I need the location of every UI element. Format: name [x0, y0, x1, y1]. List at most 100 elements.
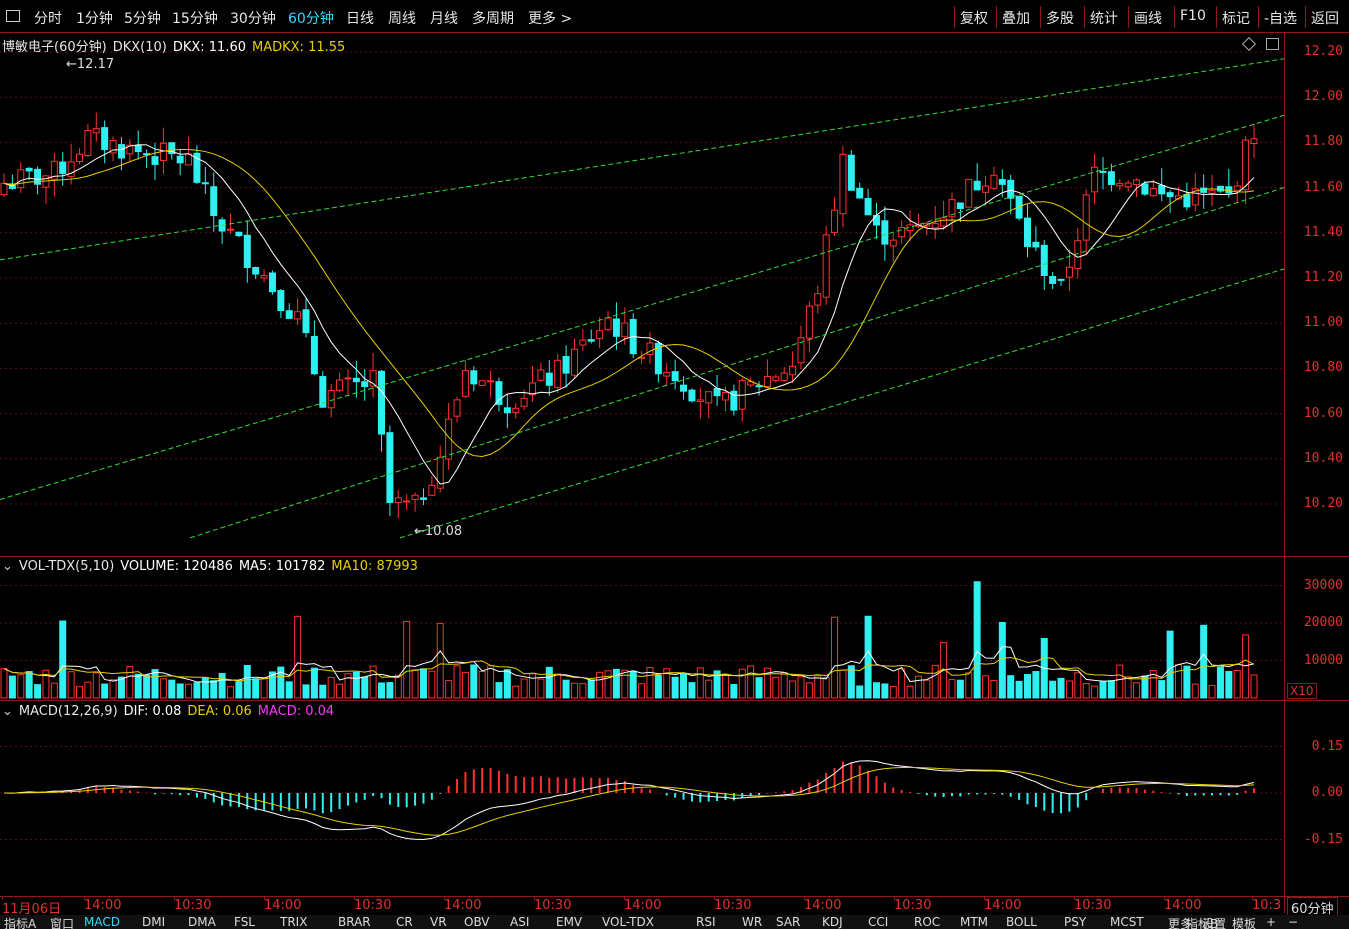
volume-bar: [478, 671, 486, 699]
indicator-tab-17[interactable]: KDJ: [822, 915, 843, 929]
volume-bar: [59, 620, 67, 699]
volume-bar: [1133, 682, 1141, 699]
candle-body: [361, 381, 369, 388]
candle-body: [243, 234, 251, 268]
volume-bar: [403, 620, 411, 699]
indicator-tab-21[interactable]: BOLL: [1006, 915, 1037, 929]
candle-body: [864, 197, 872, 216]
indicator-tab-14[interactable]: RSI: [696, 915, 716, 929]
candle-body: [92, 128, 100, 134]
volume-bar: [654, 674, 662, 699]
candle-body: [814, 293, 822, 306]
candle-body: [872, 214, 880, 226]
volume-bar: [906, 685, 914, 699]
volume-bar: [1242, 634, 1250, 699]
volume-bar: [101, 683, 109, 699]
time-tick: [84, 896, 85, 900]
indicator-tab-9[interactable]: VR: [430, 915, 447, 929]
volume-bar: [1023, 674, 1031, 699]
candle-body: [604, 317, 612, 331]
volume-bar: [436, 623, 444, 699]
volume-bar: [336, 683, 344, 699]
volume-bar: [126, 665, 134, 699]
volume-bar: [252, 678, 260, 699]
volume-bar: [352, 671, 360, 699]
candle-body: [1166, 192, 1174, 198]
volume-bar: [822, 677, 830, 699]
candle-body: [336, 379, 344, 391]
volume-bar: [688, 682, 696, 699]
indicator-tab-29[interactable]: −: [1288, 915, 1298, 929]
volume-bar: [294, 615, 302, 699]
indicator-tab-28[interactable]: +: [1266, 915, 1276, 929]
candle-body: [982, 185, 990, 193]
candle-body: [352, 377, 360, 383]
candle-body: [495, 381, 503, 405]
indicator-tab-1[interactable]: 窗口: [50, 915, 74, 929]
volume-bar: [67, 671, 75, 699]
indicator-tab-20[interactable]: MTM: [960, 915, 988, 929]
indicator-tab-0[interactable]: 指标A: [4, 915, 36, 929]
time-axis-label: 14:00: [1164, 898, 1202, 913]
candle-body: [1023, 217, 1031, 248]
indicator-tab-2[interactable]: MACD: [84, 915, 120, 929]
candle-body: [1133, 179, 1141, 186]
indicator-tab-18[interactable]: CCI: [868, 915, 888, 929]
candle-body: [210, 186, 218, 217]
time-axis-label: 14:00: [444, 898, 482, 913]
indicator-tab-12[interactable]: EMV: [556, 915, 582, 929]
volume-bar: [579, 683, 587, 699]
indicator-tab-11[interactable]: ASI: [510, 915, 529, 929]
indicator-tab-16[interactable]: SAR: [776, 915, 800, 929]
indicator-tab-7[interactable]: BRAR: [338, 915, 371, 929]
indicator-tab-23[interactable]: MCST: [1110, 915, 1144, 929]
time-tick: [894, 896, 895, 900]
candle-body: [847, 154, 855, 191]
indicator-tab-19[interactable]: ROC: [914, 915, 940, 929]
candle-body: [268, 272, 276, 293]
volume-bar: [1233, 669, 1241, 699]
candle-body: [1057, 278, 1065, 281]
candle-body: [25, 167, 33, 172]
candle-body: [302, 309, 310, 334]
volume-bar: [1216, 666, 1224, 699]
indicator-tab-13[interactable]: VOL-TDX: [602, 915, 654, 929]
volume-bar: [84, 681, 92, 699]
candle-body: [419, 497, 427, 500]
indicator-tab-27[interactable]: 模板: [1232, 915, 1256, 929]
candle-body: [680, 384, 688, 392]
kline-chart[interactable]: [0, 0, 1349, 929]
candle-body: [562, 356, 570, 374]
indicator-tab-6[interactable]: TRIX: [280, 915, 307, 929]
time-axis-label: 14:00: [624, 898, 662, 913]
volume-bar: [730, 684, 738, 699]
indicator-tab-10[interactable]: OBV: [464, 915, 490, 929]
volume-bar: [680, 673, 688, 699]
volume-bar: [1099, 681, 1107, 699]
indicator-tab-22[interactable]: PSY: [1064, 915, 1086, 929]
indicator-tab-15[interactable]: WR: [742, 915, 762, 929]
indicator-tab-4[interactable]: DMA: [188, 915, 216, 929]
time-axis-label: 14:00: [804, 898, 842, 913]
low-price-value: 10.08: [424, 524, 463, 539]
volume-bar: [1107, 680, 1115, 699]
trend-channel-line: [0, 58, 1285, 261]
indicator-tab-26[interactable]: 指标B: [1186, 915, 1218, 929]
volume-bar: [495, 682, 503, 699]
indicator-tab-3[interactable]: DMI: [142, 915, 165, 929]
time-tick: [714, 896, 715, 900]
candle-body: [998, 179, 1006, 185]
volume-bar: [1158, 680, 1166, 699]
volume-bar: [755, 677, 763, 699]
candle-body: [260, 275, 268, 279]
indicator-tab-8[interactable]: CR: [396, 915, 413, 929]
time-tick: [444, 896, 445, 900]
volume-bar: [461, 671, 469, 699]
volume-bar: [1082, 683, 1090, 699]
indicator-tab-5[interactable]: FSL: [234, 915, 255, 929]
volume-bar: [956, 679, 964, 699]
candle-body: [721, 391, 729, 401]
candle-body: [151, 156, 159, 165]
volume-bar: [814, 675, 822, 699]
candle-body: [285, 310, 293, 319]
